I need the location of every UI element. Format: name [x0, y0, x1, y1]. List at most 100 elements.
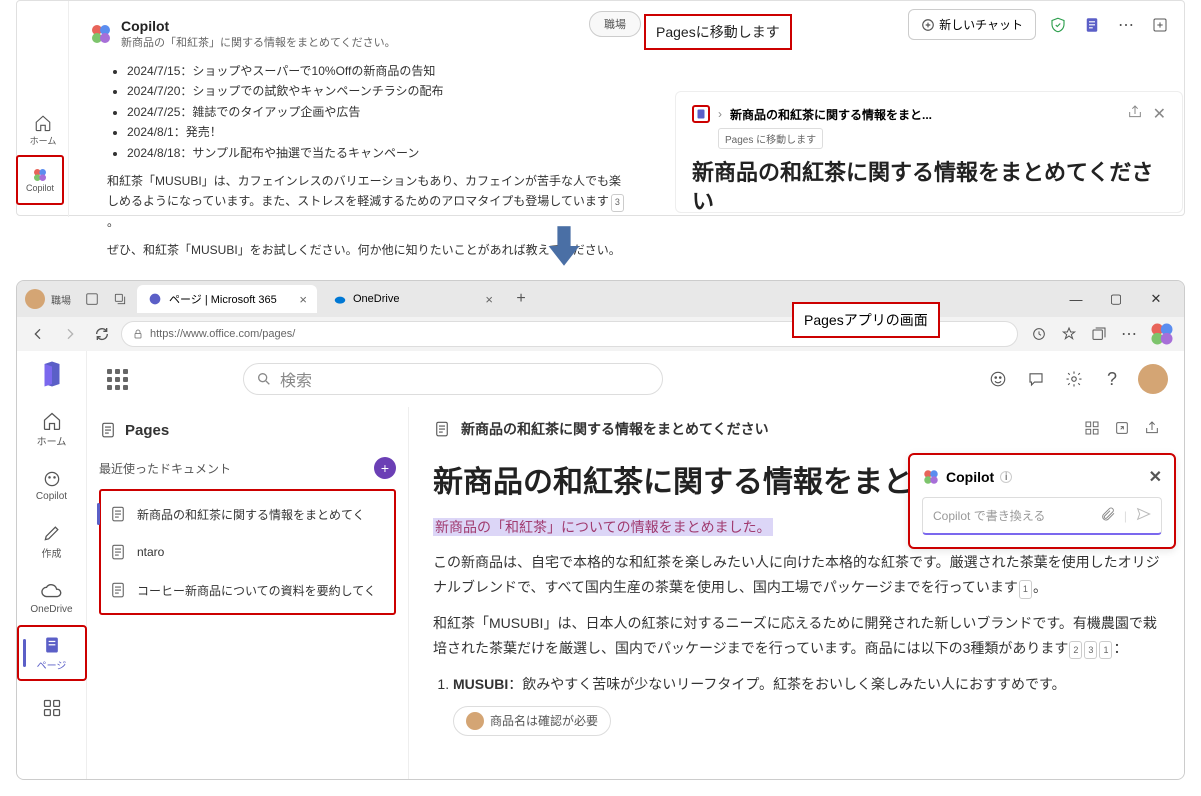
- url-text: https://www.office.com/pages/: [150, 328, 295, 340]
- send-icon[interactable]: [1135, 506, 1151, 525]
- home-icon: [34, 114, 52, 132]
- copilot-icon: [42, 469, 62, 489]
- apps-icon: [42, 698, 62, 718]
- copilot-brand-label: Copilot: [121, 18, 396, 34]
- body-paragraph[interactable]: この新商品は、自宅で本格的な和紅茶を楽しみたい人に向けた本格的な紅茶です。厳選さ…: [433, 550, 1160, 600]
- doc-icon: [109, 505, 127, 523]
- citation-ref[interactable]: 2: [1069, 641, 1082, 659]
- browser-tab-onedrive[interactable]: OneDrive ×: [323, 286, 503, 313]
- new-tab-button[interactable]: +: [509, 287, 533, 311]
- chevron-right-icon: ›: [718, 107, 722, 121]
- citation-ref[interactable]: 3: [1084, 641, 1097, 659]
- refresh-button[interactable]: [89, 321, 115, 347]
- workplace-pill[interactable]: 職場: [589, 11, 641, 37]
- sidebar-item-copilot-highlighted[interactable]: Copilot: [16, 155, 64, 205]
- close-window-button[interactable]: ✕: [1136, 281, 1176, 317]
- document-list-item[interactable]: コーヒー新商品についての資料を要約してく: [101, 571, 394, 609]
- workspace-icon[interactable]: [81, 288, 103, 310]
- feedback-icon[interactable]: [1024, 367, 1048, 391]
- rail-item-home[interactable]: ホーム: [17, 401, 87, 457]
- citation-badge[interactable]: 3: [611, 194, 624, 211]
- citation-ref[interactable]: 1: [1019, 580, 1032, 598]
- highlighted-text: 新商品の「和紅茶」についての情報をまとめました。: [433, 518, 773, 536]
- product-list[interactable]: MUSUBI：飲みやすく苦味が少ないリーフタイプ。紅茶をおいしく楽しみたい人にお…: [433, 671, 1160, 698]
- document-list-item[interactable]: ntaro: [101, 533, 394, 571]
- browser-more-icon[interactable]: ⋯: [1114, 321, 1144, 347]
- tab-label: OneDrive: [353, 293, 399, 305]
- page-doc-icon[interactable]: [692, 105, 710, 123]
- pages-title-label: Pages: [125, 422, 169, 439]
- copilot-logo-icon: [89, 22, 113, 46]
- share-icon[interactable]: [1127, 104, 1143, 124]
- read-aloud-icon[interactable]: [1024, 321, 1054, 347]
- rail-label: Copilot: [36, 491, 67, 502]
- open-icon[interactable]: [1114, 420, 1130, 439]
- collections-icon[interactable]: [1084, 321, 1114, 347]
- info-icon[interactable]: i: [1000, 471, 1012, 483]
- cloud-icon: [41, 580, 63, 602]
- close-icon[interactable]: ✕: [1153, 104, 1166, 124]
- minimize-button[interactable]: —: [1056, 281, 1096, 317]
- search-icon: [256, 371, 272, 387]
- help-icon[interactable]: ?: [1100, 367, 1124, 391]
- rail-item-pages-highlighted[interactable]: ページ: [17, 625, 87, 681]
- doc-title: 新商品の和紅茶に関する情報をまとめてく: [137, 506, 365, 523]
- copilot-icon: [32, 167, 48, 183]
- share-icon[interactable]: [1144, 420, 1160, 439]
- page-icon[interactable]: [1080, 13, 1104, 37]
- new-page-button[interactable]: +: [374, 457, 396, 479]
- top-actions: 新しいチャット ⋯: [908, 9, 1172, 40]
- page-editor: 新商品の和紅茶に関する情報をまとめてください 新商品の和紅茶に関する情報をまとめ…: [409, 407, 1184, 779]
- onedrive-icon: [333, 292, 347, 306]
- m365-logo-icon[interactable]: [37, 359, 67, 389]
- settings-icon[interactable]: [1062, 367, 1086, 391]
- new-chat-label: 新しいチャット: [939, 16, 1023, 33]
- pages-card-title: 新商品の和紅茶に関する情報をまとめてください: [692, 159, 1166, 216]
- schedule-list: 2024/7/15：ショップやスーパーで10%Offの新商品の告知 2024/7…: [127, 61, 627, 163]
- tabs-icon[interactable]: [109, 288, 131, 310]
- page-breadcrumb: 新商品の和紅茶に関する情報をまとめてください: [433, 419, 1160, 439]
- grid-view-icon[interactable]: [1084, 420, 1100, 439]
- recent-docs-heading: 最近使ったドキュメント +: [99, 457, 396, 479]
- maximize-button[interactable]: ▢: [1096, 281, 1136, 317]
- document-list-item[interactable]: 新商品の和紅茶に関する情報をまとめてく: [101, 495, 394, 533]
- rail-item-apps[interactable]: [17, 681, 87, 737]
- sidebar-item-home[interactable]: ホーム: [17, 105, 69, 155]
- browser-tab-active[interactable]: ページ | Microsoft 365 ×: [137, 285, 317, 313]
- browser-address-bar: https://www.office.com/pages/ ⋯: [17, 317, 1184, 351]
- annotation-pages-move: Pagesに移動します: [644, 14, 792, 50]
- doc-icon: [109, 543, 127, 561]
- rail-item-copilot[interactable]: Copilot: [17, 457, 87, 513]
- search-input[interactable]: 検索: [243, 363, 663, 395]
- copilot-sidebar-icon[interactable]: [1148, 320, 1176, 348]
- rail-item-onedrive[interactable]: OneDrive: [17, 569, 87, 625]
- doc-title: ntaro: [137, 545, 164, 559]
- body-paragraph[interactable]: 和紅茶「MUSUBI」は、日本人の紅茶に対するニーズに応えるために開発された新し…: [433, 611, 1160, 661]
- citation-ref[interactable]: 1: [1099, 641, 1112, 659]
- rail-item-create[interactable]: 作成: [17, 513, 87, 569]
- app-launcher-icon[interactable]: [103, 365, 131, 393]
- tab-close-icon[interactable]: ×: [299, 292, 307, 307]
- emoji-icon[interactable]: [986, 367, 1010, 391]
- breadcrumb-text[interactable]: 新商品の和紅茶に関する情報をまとめてください: [461, 419, 769, 439]
- copilot-prompt-input[interactable]: Copilot で書き換える |: [922, 497, 1162, 535]
- create-icon: [42, 523, 62, 543]
- pages-breadcrumb[interactable]: 新商品の和紅茶に関する情報をまと...: [730, 106, 932, 123]
- chip-avatar-icon: [466, 712, 484, 730]
- address-bar-actions: ⋯: [1024, 320, 1176, 348]
- close-panel-icon[interactable]: ✕: [1149, 467, 1162, 487]
- tab-close-icon[interactable]: ×: [485, 292, 493, 307]
- user-avatar[interactable]: [1138, 364, 1168, 394]
- new-chat-button[interactable]: 新しいチャット: [908, 9, 1036, 40]
- back-button[interactable]: [25, 321, 51, 347]
- sidebar-copilot-label: Copilot: [26, 183, 54, 193]
- suggestion-chip[interactable]: 商品名は確認が必要: [453, 706, 611, 736]
- doc-title: コーヒー新商品についての資料を要約してく: [137, 582, 376, 599]
- shield-icon[interactable]: [1046, 13, 1070, 37]
- favorite-icon[interactable]: [1054, 321, 1084, 347]
- profile-avatar-icon[interactable]: [25, 289, 45, 309]
- expand-icon[interactable]: [1148, 13, 1172, 37]
- attach-icon[interactable]: [1100, 506, 1116, 525]
- forward-button[interactable]: [57, 321, 83, 347]
- more-icon[interactable]: ⋯: [1114, 13, 1138, 37]
